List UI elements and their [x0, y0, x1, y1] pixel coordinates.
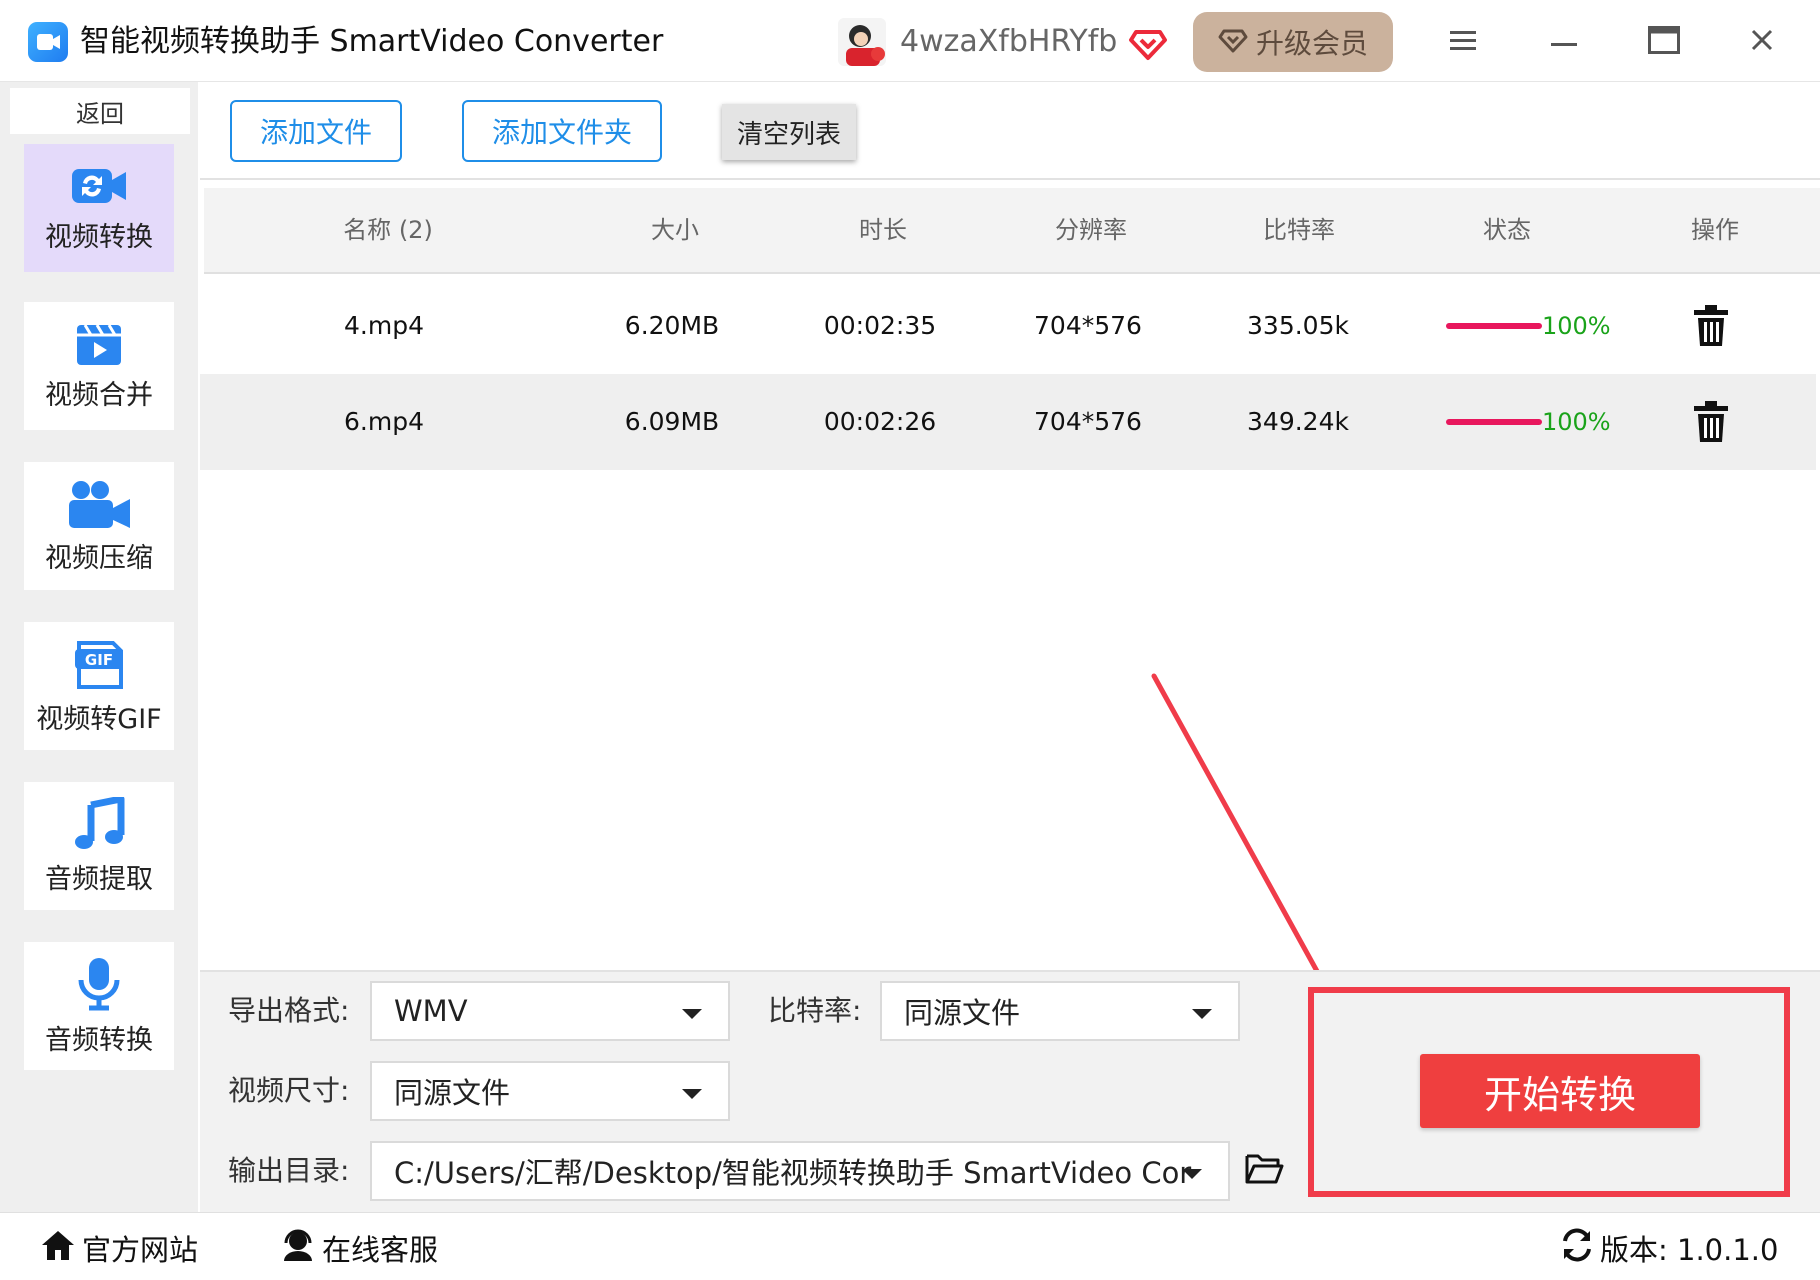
- file-size: 6.09MB: [624, 407, 720, 436]
- username: 4wzaXfbHRYfb: [900, 24, 1118, 59]
- video-compress-icon: [66, 478, 132, 530]
- chevron-down-icon: [682, 1009, 702, 1019]
- app-logo-icon: [28, 22, 68, 62]
- sidebar-item-label: 视频转GIF: [36, 703, 162, 735]
- sidebar-item-video-compress[interactable]: 视频压缩: [24, 462, 174, 590]
- close-icon: [1750, 28, 1774, 56]
- folder-open-icon[interactable]: [1244, 1150, 1284, 1186]
- trash-icon[interactable]: [1693, 304, 1729, 348]
- output-dir-label: 输出目录:: [228, 1154, 350, 1187]
- file-resolution: 704*576: [1034, 311, 1142, 340]
- music-note-icon: [73, 796, 125, 851]
- export-format-select[interactable]: WMV: [370, 981, 730, 1041]
- sidebar-item-audio-convert[interactable]: 音频转换: [24, 942, 174, 1070]
- footer: [0, 1212, 1820, 1280]
- file-bitrate: 349.24k: [1247, 407, 1349, 436]
- online-support-label: 在线客服: [322, 1233, 439, 1267]
- sidebar-item-label: 视频转换: [45, 221, 153, 253]
- trash-icon[interactable]: [1693, 400, 1729, 444]
- file-resolution: 704*576: [1034, 407, 1142, 436]
- output-dir-select[interactable]: C:/Users/汇帮/Desktop/智能视频转换助手 SmartVideo …: [370, 1141, 1230, 1201]
- video-size-value: 同源文件: [394, 1076, 511, 1110]
- home-icon: [40, 1228, 76, 1269]
- add-folder-button[interactable]: 添加文件夹: [462, 100, 662, 162]
- bitrate-value: 同源文件: [904, 996, 1021, 1030]
- export-format-label: 导出格式:: [228, 994, 350, 1027]
- menu-button[interactable]: [1434, 14, 1494, 70]
- close-button[interactable]: [1732, 14, 1792, 70]
- video-size-select[interactable]: 同源文件: [370, 1061, 730, 1121]
- diamond-icon: [1218, 24, 1248, 61]
- upgrade-vip-label: 升级会员: [1255, 27, 1368, 60]
- back-button[interactable]: 返回: [10, 88, 190, 134]
- app-title: 智能视频转换助手 SmartVideo Converter: [80, 24, 664, 59]
- upgrade-vip-button[interactable]: 升级会员: [1193, 12, 1393, 72]
- online-support-link[interactable]: 在线客服: [280, 1226, 438, 1270]
- refresh-icon[interactable]: [1560, 1228, 1594, 1269]
- sidebar-item-video-merge[interactable]: 视频合并: [24, 302, 174, 430]
- minimize-icon: [1551, 33, 1577, 52]
- column-header-duration: 时长: [859, 216, 907, 244]
- column-header-actions: 操作: [1691, 216, 1739, 244]
- gif-icon: GIF: [73, 637, 125, 691]
- column-header-size: 大小: [651, 216, 699, 244]
- export-format-value: WMV: [394, 994, 468, 1028]
- start-convert-button[interactable]: 开始转换: [1420, 1054, 1700, 1128]
- maximize-button[interactable]: [1634, 14, 1694, 70]
- version-info: 版本: 1.0.1.0: [1560, 1226, 1778, 1270]
- sidebar-item-video-to-gif[interactable]: GIF 视频转GIF: [24, 622, 174, 750]
- sidebar-item-video-convert[interactable]: 视频转换: [24, 144, 174, 272]
- version-label: 版本: 1.0.1.0: [1600, 1233, 1779, 1267]
- video-convert-icon: [70, 163, 128, 209]
- sidebar-item-label: 视频合并: [45, 379, 153, 411]
- chevron-down-icon: [682, 1089, 702, 1099]
- progress-bar: [1446, 323, 1542, 329]
- file-duration: 00:02:35: [823, 311, 937, 340]
- clear-list-button[interactable]: 清空列表: [722, 104, 856, 160]
- toolbar: [200, 82, 1820, 180]
- avatar[interactable]: [838, 18, 886, 66]
- file-name: 6.mp4: [344, 407, 424, 436]
- chevron-down-icon: [1182, 1169, 1202, 1179]
- sidebar-item-label: 音频转换: [45, 1024, 153, 1056]
- progress-text: 100%: [1542, 408, 1611, 436]
- video-size-label: 视频尺寸:: [228, 1074, 350, 1107]
- column-header-resolution: 分辨率: [1055, 216, 1127, 244]
- sidebar-item-label: 音频提取: [45, 863, 153, 895]
- column-header-name[interactable]: 名称 (2): [318, 210, 458, 250]
- sidebar-item-label: 视频压缩: [45, 542, 153, 574]
- svg-text:GIF: GIF: [85, 651, 113, 669]
- maximize-icon: [1648, 26, 1680, 58]
- file-name: 4.mp4: [344, 311, 424, 340]
- chevron-down-icon: [1192, 1009, 1212, 1019]
- official-website-label: 官方网站: [82, 1233, 199, 1267]
- bitrate-label: 比特率:: [768, 994, 862, 1027]
- file-size: 6.20MB: [624, 311, 720, 340]
- output-dir-value: C:/Users/汇帮/Desktop/智能视频转换助手 SmartVideo …: [394, 1156, 1192, 1190]
- video-merge-icon: [75, 321, 123, 367]
- file-bitrate: 335.05k: [1247, 311, 1349, 340]
- bitrate-select[interactable]: 同源文件: [880, 981, 1240, 1041]
- official-website-link[interactable]: 官方网站: [40, 1226, 198, 1270]
- column-header-status: 状态: [1483, 216, 1531, 244]
- column-header-bitrate: 比特率: [1263, 216, 1335, 244]
- customer-service-icon: [280, 1227, 316, 1270]
- file-duration: 00:02:26: [823, 407, 937, 436]
- progress-text: 100%: [1542, 312, 1611, 340]
- progress-bar: [1446, 419, 1542, 425]
- hamburger-menu-icon: [1450, 28, 1478, 56]
- minimize-button[interactable]: [1534, 14, 1594, 70]
- microphone-icon: [75, 956, 123, 1012]
- add-file-button[interactable]: 添加文件: [230, 100, 402, 162]
- vip-diamond-icon: [1128, 22, 1168, 62]
- sidebar-item-audio-extract[interactable]: 音频提取: [24, 782, 174, 910]
